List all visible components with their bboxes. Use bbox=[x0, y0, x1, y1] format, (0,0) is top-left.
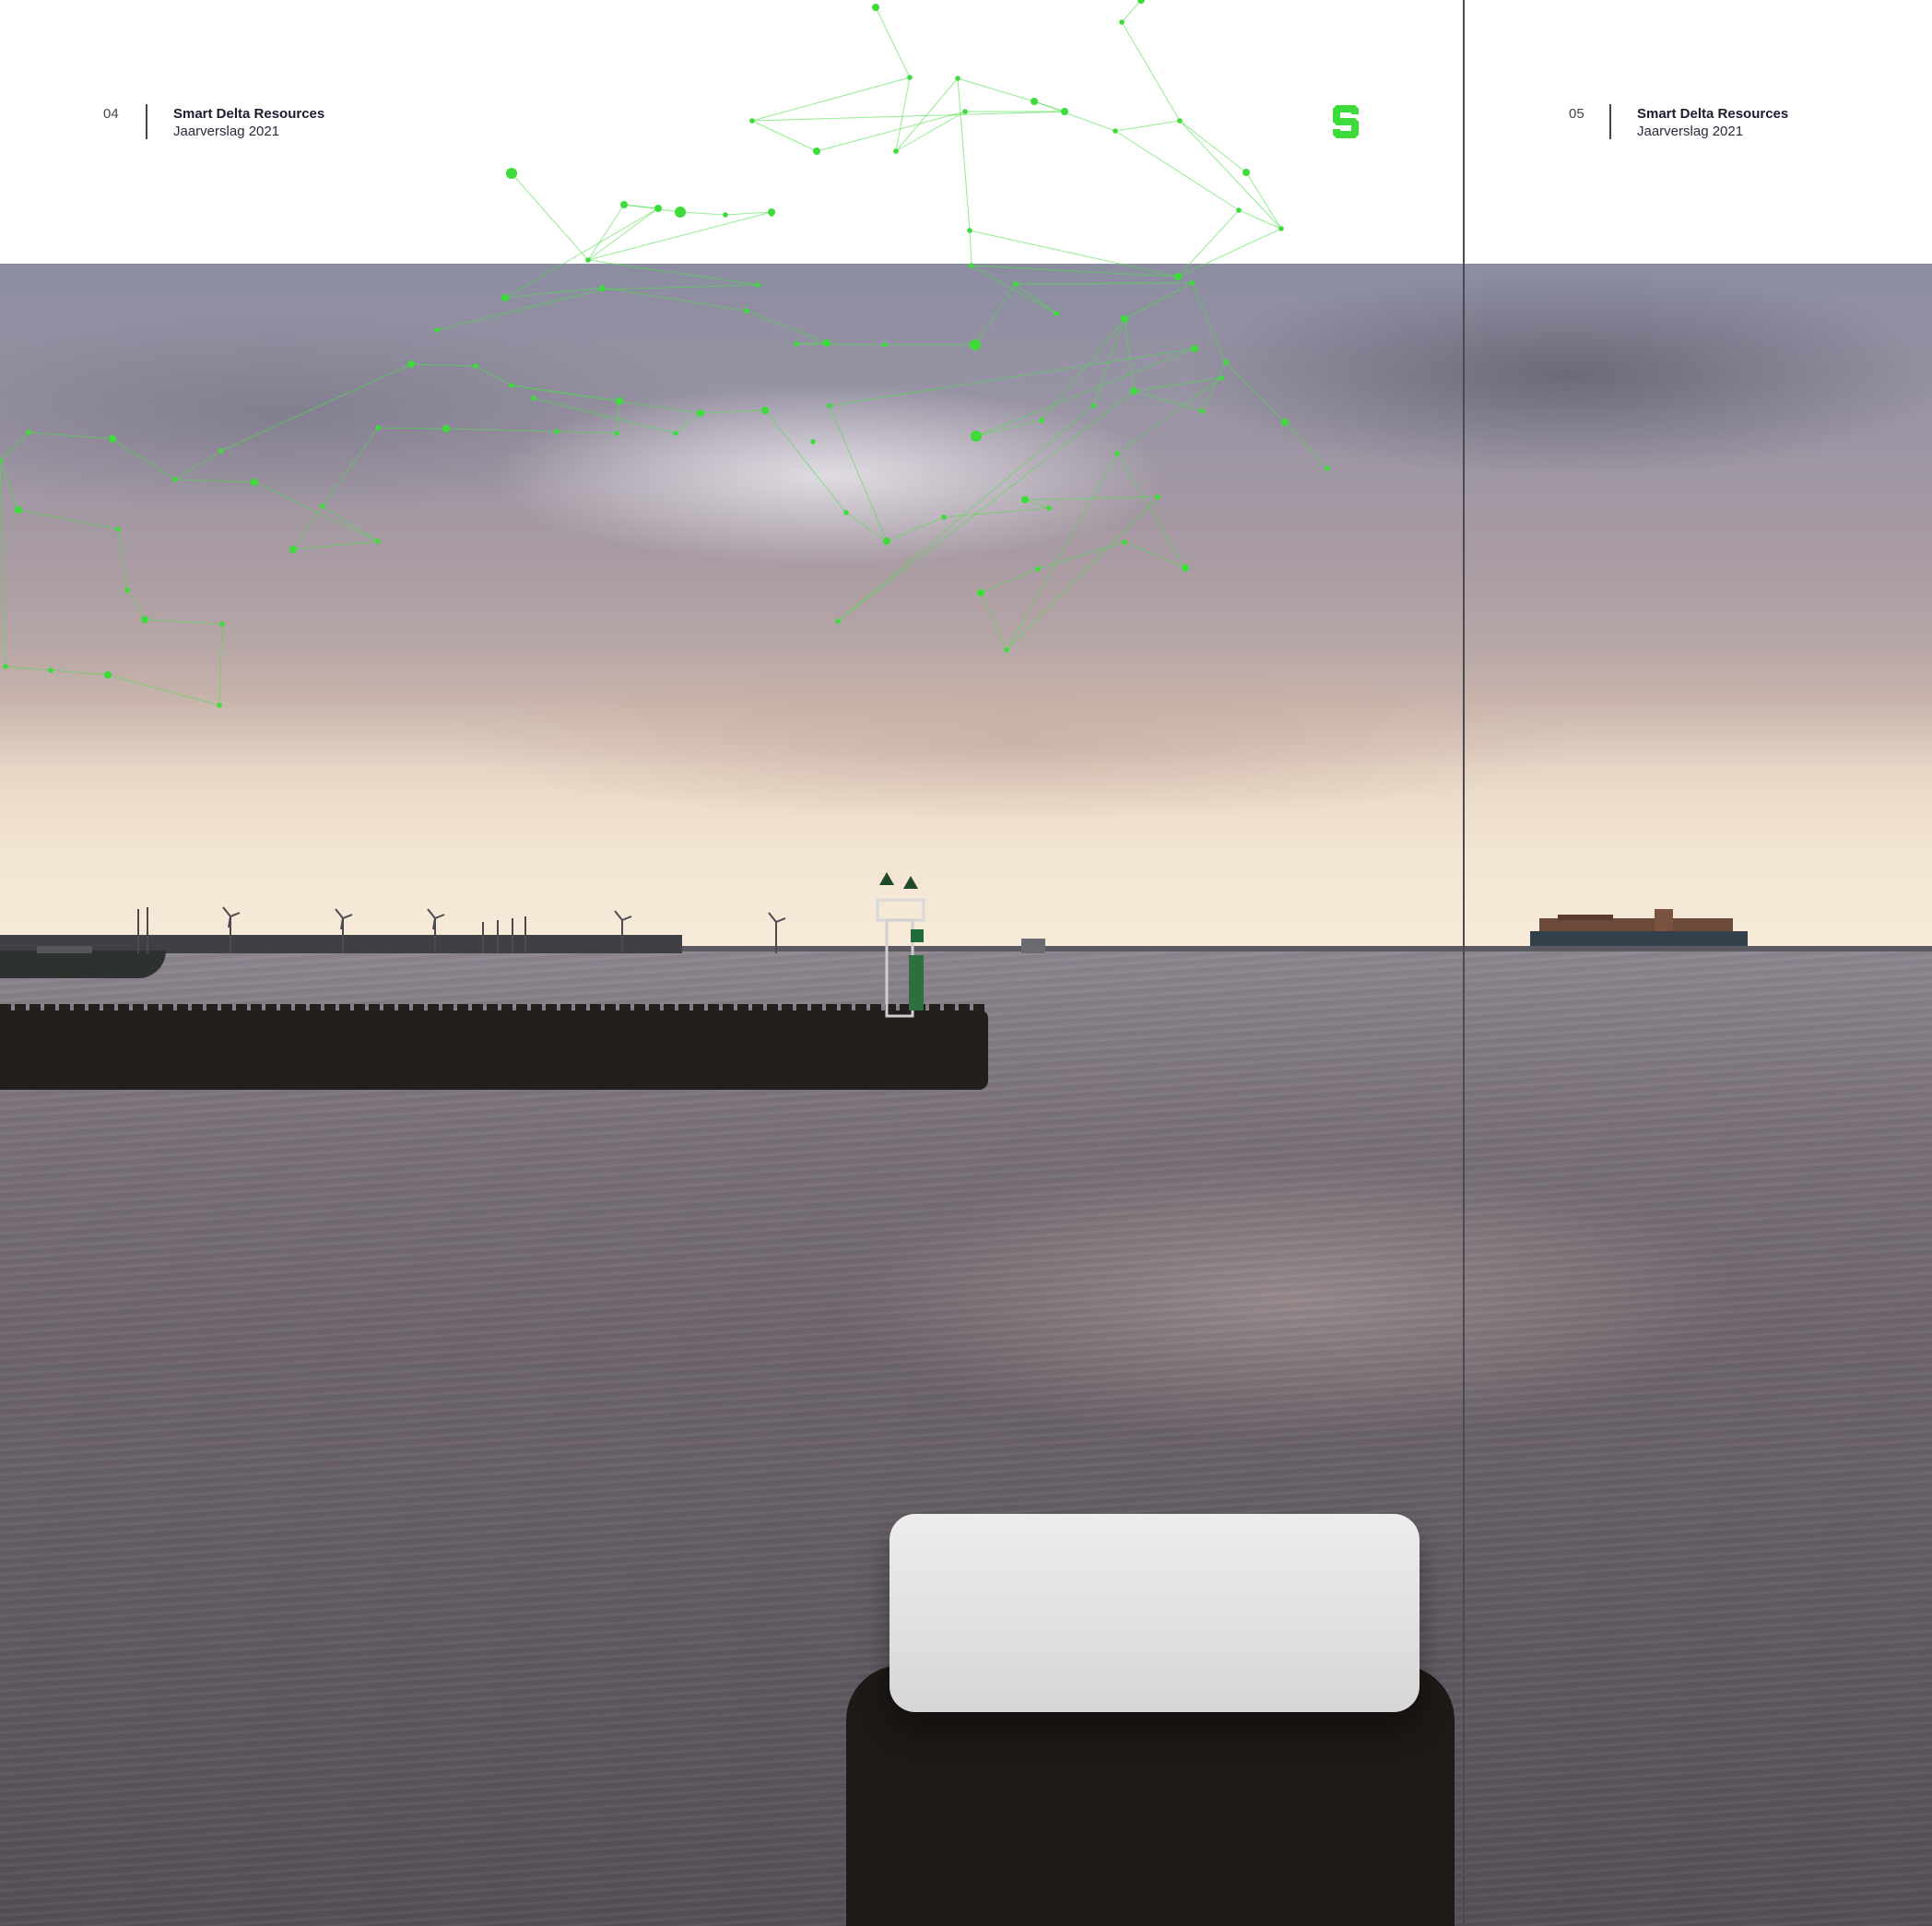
sdr-s-logo-icon bbox=[1333, 105, 1359, 138]
wind-turbines-icon bbox=[37, 906, 1045, 953]
header-divider bbox=[146, 104, 147, 139]
page-number: 05 bbox=[1569, 106, 1584, 122]
header-subtitle: Jaarverslag 2021 bbox=[173, 124, 280, 139]
left-page-header: 04 Smart Delta Resources Jaarverslag 202… bbox=[0, 0, 1464, 264]
right-page-header: 05 Smart Delta Resources Jaarverslag 202… bbox=[1465, 0, 1932, 264]
header-subtitle: Jaarverslag 2021 bbox=[1637, 124, 1744, 139]
page-number: 04 bbox=[103, 106, 119, 122]
navigation-beacon-icon bbox=[876, 872, 925, 1018]
wooden-jetty bbox=[0, 1010, 988, 1090]
container-ship-icon bbox=[1530, 909, 1748, 946]
header-title: Smart Delta Resources bbox=[1637, 106, 1789, 122]
header-title: Smart Delta Resources bbox=[173, 106, 325, 122]
page-spine bbox=[1463, 0, 1465, 1926]
cloudy-sky bbox=[0, 264, 1932, 946]
harbor-photo bbox=[0, 264, 1932, 1926]
mooring-bollard-cap bbox=[889, 1514, 1420, 1712]
header-divider bbox=[1609, 104, 1611, 139]
